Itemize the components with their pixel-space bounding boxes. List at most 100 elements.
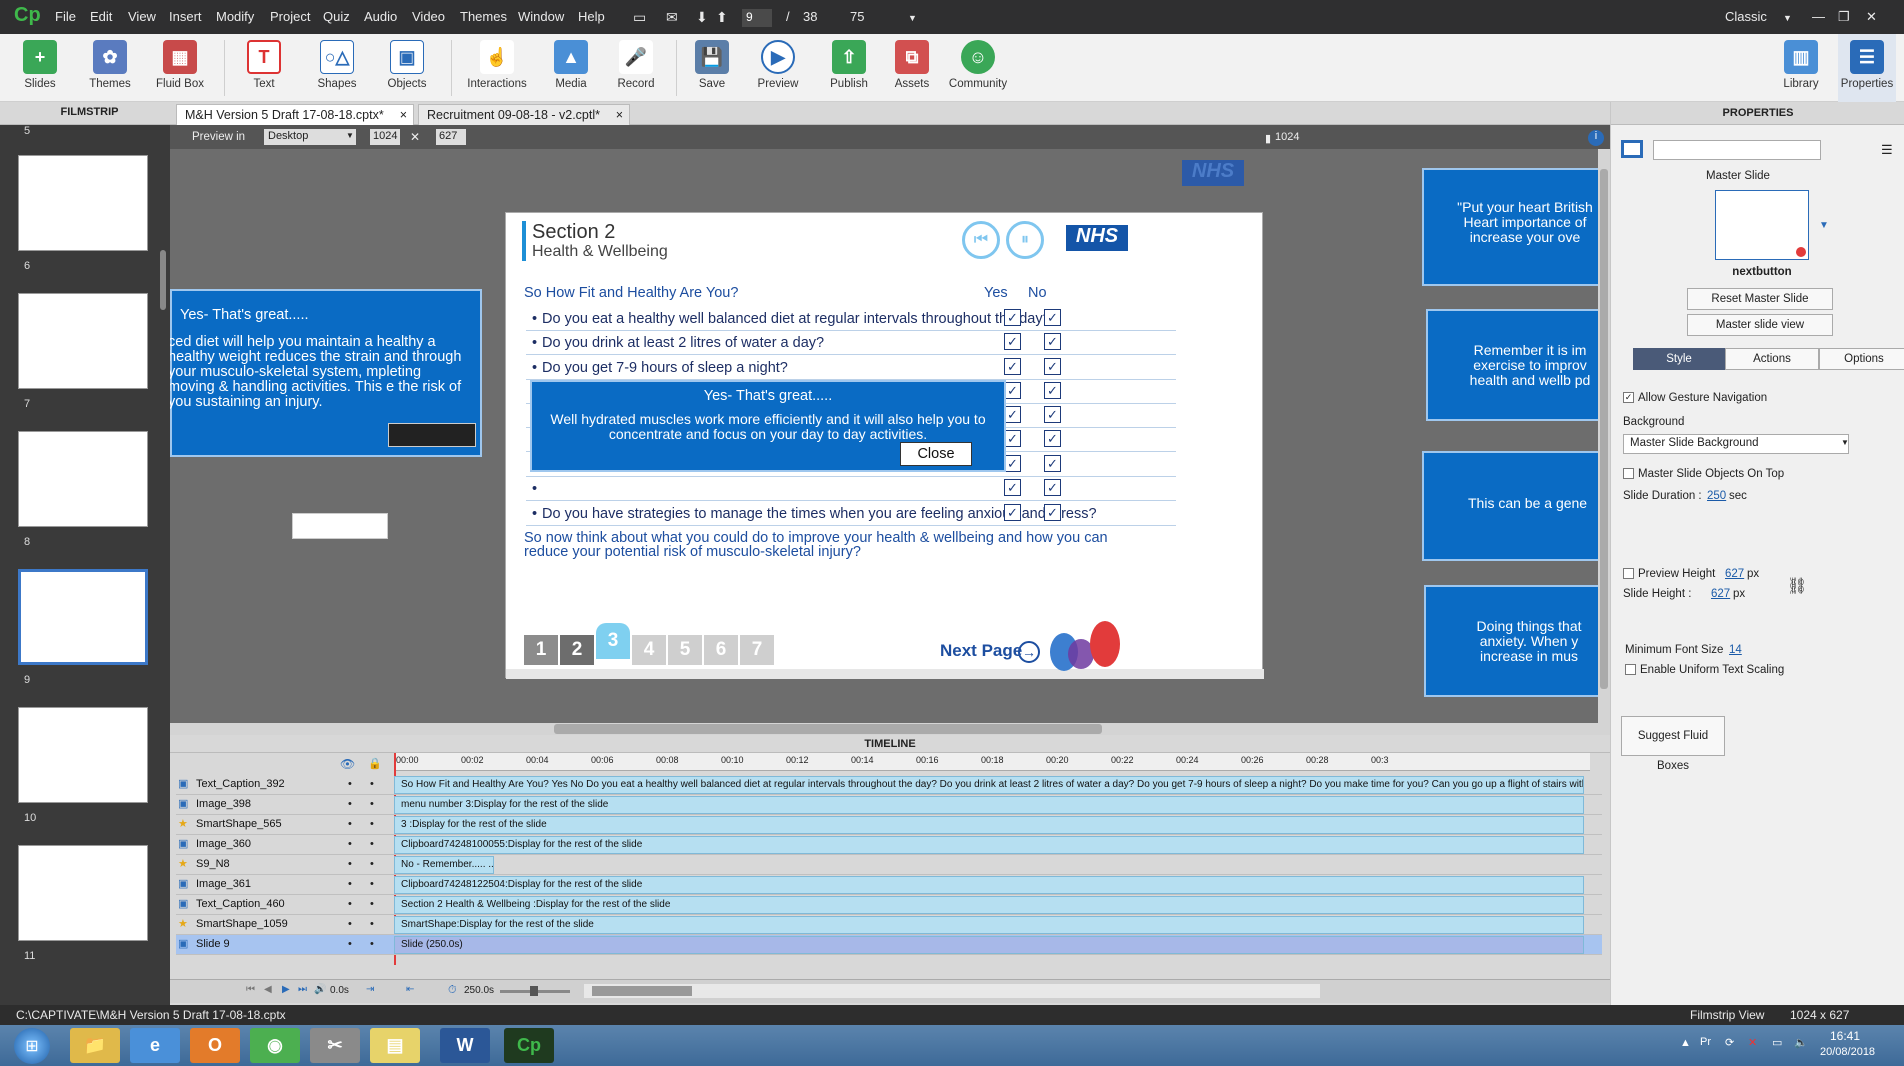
network-icon[interactable]: ✕ [1748, 1036, 1757, 1049]
menu-themes[interactable]: Themes [460, 9, 507, 24]
first-frame-icon[interactable]: ⏮ [246, 984, 255, 995]
media-button[interactable]: ▲ Media [546, 34, 596, 102]
slide-number-input[interactable]: 9 [742, 9, 772, 27]
timeline-bar[interactable]: Clipboard74248100055:Display for the res… [394, 836, 1584, 854]
sync-icon[interactable]: ⟳ [1725, 1036, 1734, 1049]
ruler-marker-icon[interactable]: ▮ [1265, 132, 1271, 145]
battery-icon[interactable]: ▭ [1772, 1036, 1782, 1049]
checkbox-no[interactable]: ✓ [1044, 455, 1061, 472]
fluid-box-button[interactable]: ▦ Fluid Box [152, 34, 208, 102]
timeline-bar[interactable]: Clipboard74248122504:Display for the res… [394, 876, 1584, 894]
themes-button[interactable]: ✿ Themes [84, 34, 136, 102]
uniform-scaling-row[interactable]: Enable Uniform Text Scaling [1625, 664, 1784, 676]
timeline-row[interactable]: ★ S9_N8 • • No - Remember..... .... [176, 855, 1602, 875]
comment-icon[interactable]: ▭ [633, 9, 646, 26]
lock-dot[interactable]: • [370, 938, 374, 950]
background-dropdown-icon[interactable]: ▼ [1841, 438, 1849, 447]
objects-button[interactable]: ▣ Objects [382, 34, 432, 102]
visibility-dot[interactable]: • [348, 858, 352, 870]
interactions-button[interactable]: ☝ Interactions [464, 34, 530, 102]
visibility-dot[interactable]: • [348, 818, 352, 830]
timeline-bar[interactable]: 3 :Display for the rest of the slide [394, 816, 1584, 834]
menu-edit[interactable]: Edit [90, 9, 112, 24]
checkbox-yes[interactable]: ✓ [1004, 479, 1021, 496]
offstage-panel-3[interactable]: This can be a gene [1422, 451, 1610, 561]
reset-master-slide-button[interactable]: Reset Master Slide [1687, 288, 1833, 310]
preview-height-value[interactable]: 627 [1725, 568, 1744, 580]
outlook-icon[interactable]: O [190, 1028, 240, 1063]
community-button[interactable]: ☺ Community [948, 34, 1008, 102]
checkbox-no[interactable]: ✓ [1044, 406, 1061, 423]
lock-dot[interactable]: • [370, 858, 374, 870]
tab-options[interactable]: Options [1819, 348, 1904, 370]
checkbox-yes[interactable]: ✓ [1004, 333, 1021, 350]
menu-window[interactable]: Window [518, 9, 564, 24]
close-tab-icon[interactable]: × [400, 108, 407, 122]
shapes-button[interactable]: ○△ Shapes [312, 34, 362, 102]
objects-on-top-checkbox[interactable] [1623, 468, 1634, 480]
visibility-dot[interactable]: • [348, 838, 352, 850]
uniform-scaling-checkbox[interactable] [1625, 664, 1636, 676]
menu-view[interactable]: View [128, 9, 156, 24]
page-button-1[interactable]: 1 [524, 635, 558, 665]
slide-height-value[interactable]: 627 [1711, 588, 1730, 600]
offstage-feedback-popup[interactable]: Yes- That's great..... ced diet will hel… [170, 289, 482, 457]
menu-video[interactable]: Video [412, 9, 445, 24]
close-tab-icon[interactable]: × [616, 108, 623, 122]
audio-icon[interactable]: 🔊 [314, 984, 326, 995]
suggest-fluid-boxes-button[interactable]: Suggest Fluid Boxes [1621, 716, 1725, 772]
timeline-row[interactable]: ▣ Image_361 • • Clipboard74248122504:Display… [176, 875, 1602, 895]
save-button[interactable]: 💾 Save [690, 34, 734, 102]
tab-doc-1[interactable]: M&H Version 5 Draft 17-08-18.cptx* × [176, 104, 414, 125]
stage-horizontal-scrollbar[interactable] [170, 723, 1610, 735]
visibility-dot[interactable]: • [348, 778, 352, 790]
menu-help[interactable]: Help [578, 9, 605, 24]
master-slide-view-button[interactable]: Master slide view [1687, 314, 1833, 336]
page-button-6[interactable]: 6 [704, 635, 738, 665]
width-input[interactable]: 1024 [370, 129, 400, 145]
checkbox-no[interactable]: ✓ [1044, 479, 1061, 496]
next-page-label[interactable]: Next Page [940, 641, 1022, 661]
master-dropdown-icon[interactable]: ▼ [1819, 220, 1829, 231]
master-slide-thumb[interactable] [1715, 190, 1809, 260]
feedback-popup[interactable]: Yes- That's great..... Well hydrated mus… [530, 380, 1006, 472]
captivate-taskbar-icon[interactable]: Cp [504, 1028, 554, 1063]
close-icon[interactable]: ✕ [1866, 9, 1877, 25]
v-scroll-thumb[interactable] [1600, 169, 1608, 689]
snipping-tool-icon[interactable]: ✂ [310, 1028, 360, 1063]
chrome-icon[interactable]: ◉ [250, 1028, 300, 1063]
menu-file[interactable]: File [55, 9, 76, 24]
slide-thumb-7[interactable] [18, 431, 148, 527]
offstage-close-button[interactable] [388, 423, 476, 447]
visibility-dot[interactable]: • [348, 918, 352, 930]
arrow-down-icon[interactable]: ⬇ [696, 9, 708, 26]
zoom-dropdown-icon[interactable]: ▼ [908, 13, 917, 23]
page-button-4[interactable]: 4 [632, 635, 666, 665]
slide-thumb-9[interactable] [18, 707, 148, 803]
timeline-row[interactable]: ▣ Image_398 • • menu number 3:Display for th… [176, 795, 1602, 815]
start-button[interactable]: ⊞ [14, 1028, 50, 1064]
lock-icon[interactable]: 🔒 [368, 757, 382, 770]
page-button-5[interactable]: 5 [668, 635, 702, 665]
timeline-row[interactable]: ★ SmartShape_565 • • 3 :Display for the rest… [176, 815, 1602, 835]
timeline-ruler[interactable]: 00:00 00:02 00:04 00:06 00:08 00:10 00:12 00:14… [394, 753, 1590, 771]
feedback-close-button[interactable]: Close [900, 442, 972, 466]
workspace-mode[interactable]: Classic [1725, 9, 1767, 24]
prev-frame-icon[interactable]: ◀ [264, 984, 272, 995]
publish-button[interactable]: ⇧ Publish [824, 34, 874, 102]
tab-actions[interactable]: Actions [1725, 348, 1819, 370]
preview-button[interactable]: ▶ Preview [752, 34, 804, 102]
background-select[interactable]: Master Slide Background [1623, 434, 1849, 454]
checkbox-no[interactable]: ✓ [1044, 430, 1061, 447]
slide-section-title[interactable]: Section 2 [532, 221, 615, 244]
min-font-value[interactable]: 14 [1729, 644, 1742, 656]
menu-project[interactable]: Project [270, 9, 310, 24]
link-icon[interactable]: ⛓ [1787, 576, 1807, 596]
visibility-dot[interactable]: • [348, 898, 352, 910]
device-dropdown-icon[interactable]: ▼ [346, 131, 354, 140]
next-arrow-icon[interactable]: → [1018, 641, 1040, 663]
slides-button[interactable]: + Slides [18, 34, 62, 102]
page-button-2[interactable]: 2 [560, 635, 594, 665]
language-icon[interactable]: Pr [1700, 1036, 1711, 1048]
offstage-panel-1[interactable]: "Put your heart British Heart importance… [1422, 168, 1610, 286]
